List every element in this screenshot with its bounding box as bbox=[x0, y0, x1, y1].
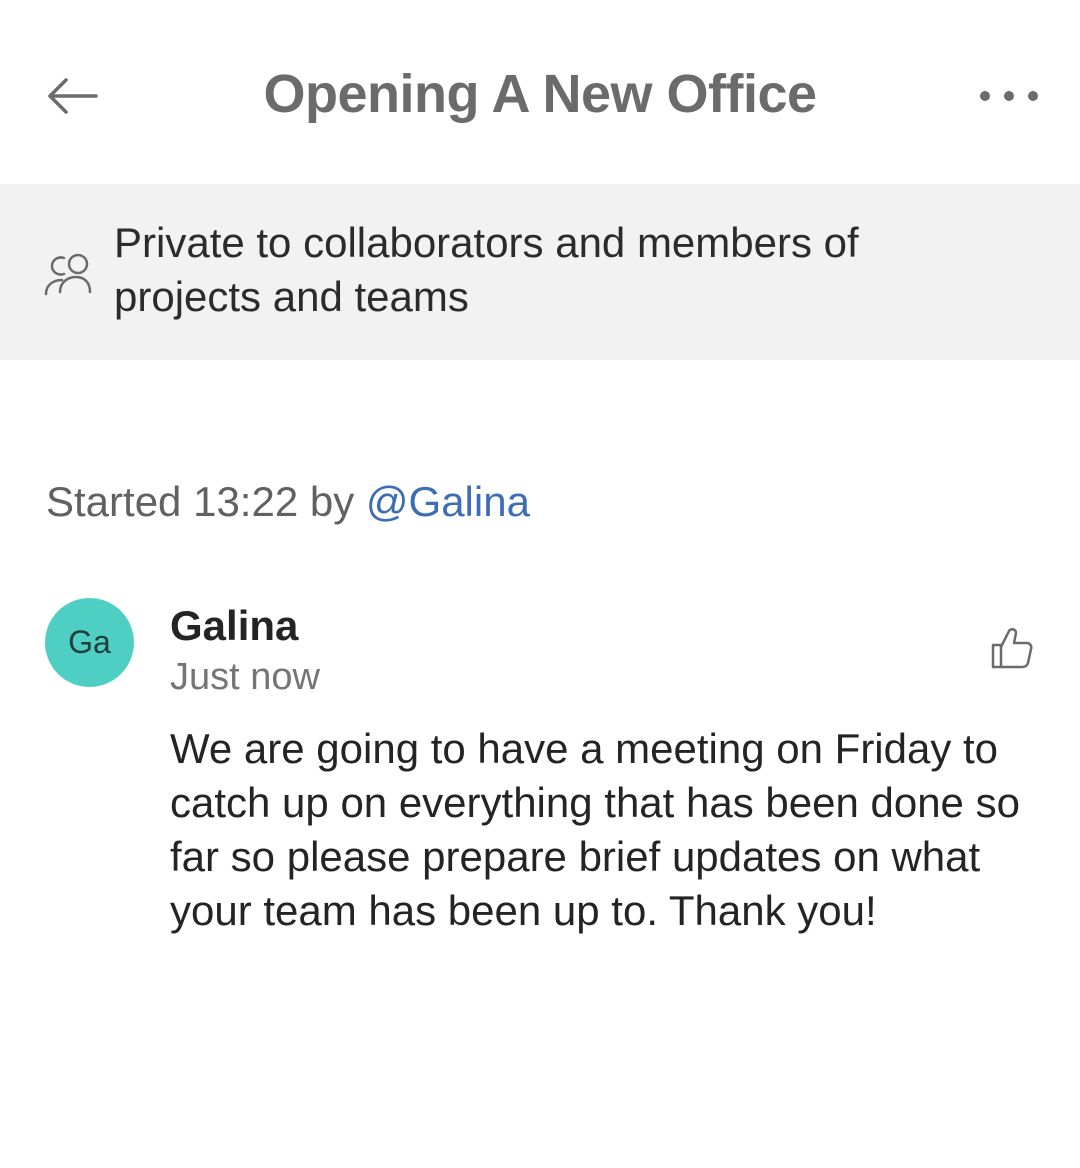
page-title: Opening A New Office bbox=[263, 64, 817, 124]
thread-started-info: Started 13:22 by @Galina bbox=[46, 474, 530, 530]
more-horizontal-icon bbox=[980, 91, 1038, 101]
more-options-button[interactable] bbox=[974, 80, 1044, 112]
message-author[interactable]: Galina bbox=[170, 600, 298, 652]
people-icon bbox=[44, 253, 92, 296]
like-button[interactable] bbox=[986, 622, 1038, 674]
started-label: Started 13:22 by bbox=[46, 478, 366, 525]
privacy-text: Private to collaborators and members of … bbox=[114, 219, 859, 320]
avatar[interactable]: Ga bbox=[45, 598, 134, 687]
started-by-mention[interactable]: @Galina bbox=[366, 478, 530, 525]
avatar-initials: Ga bbox=[68, 624, 111, 660]
message-timestamp: Just now bbox=[170, 656, 320, 698]
privacy-banner: Private to collaborators and members of … bbox=[0, 184, 1080, 360]
header: Opening A New Office bbox=[0, 0, 1080, 184]
thread-screen: Opening A New Office Private to collabor… bbox=[0, 0, 1080, 1168]
message-body: We are going to have a meeting on Friday… bbox=[170, 725, 1020, 934]
thumbs-up-icon bbox=[991, 628, 1033, 669]
